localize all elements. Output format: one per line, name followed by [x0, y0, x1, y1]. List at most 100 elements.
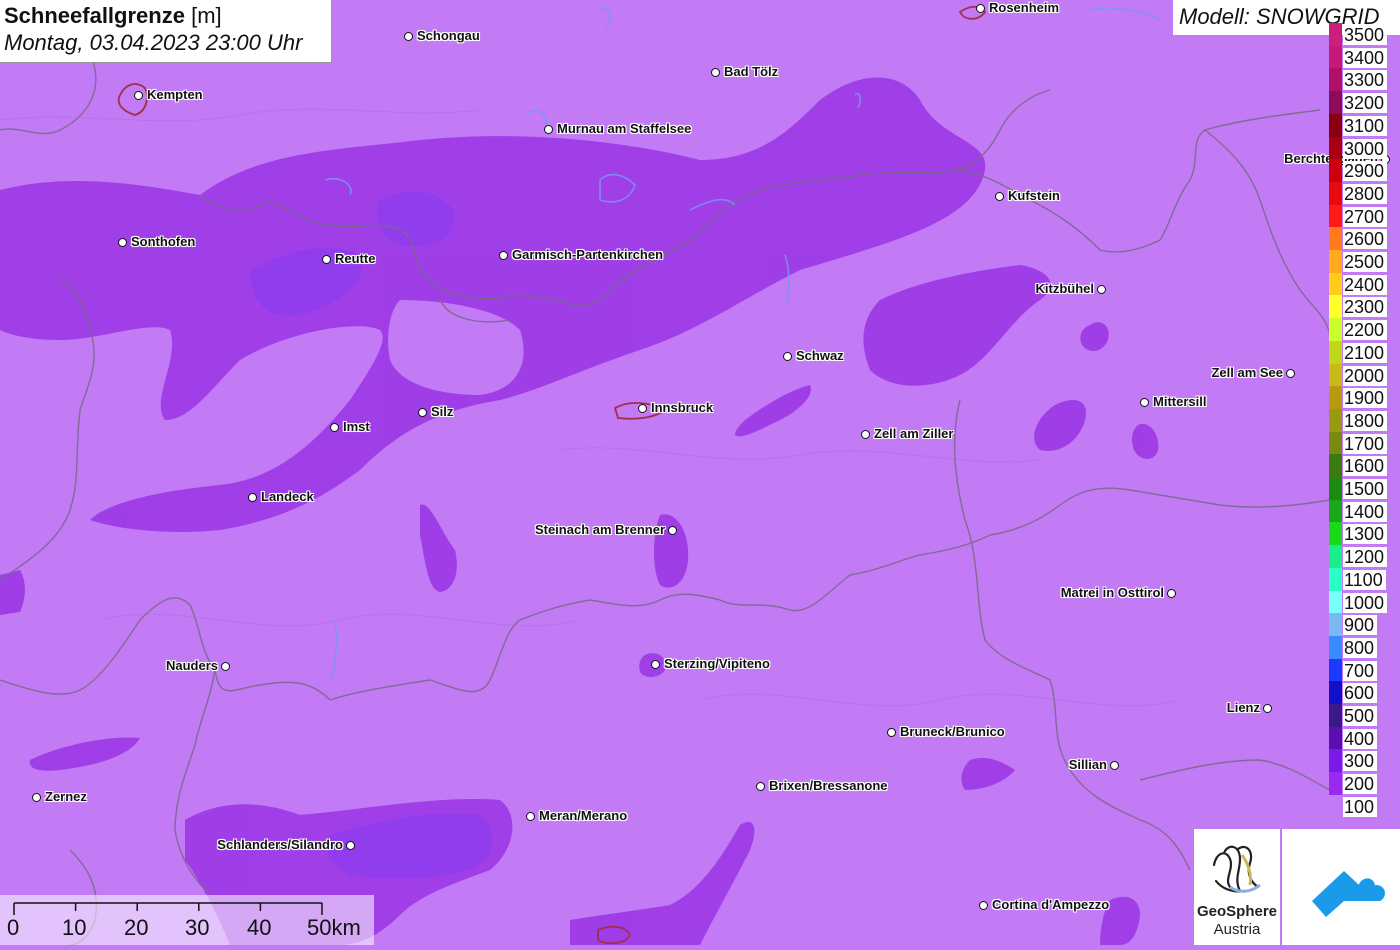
legend-swatch	[1329, 340, 1342, 364]
legend-label: 800	[1343, 637, 1378, 658]
city-label: Innsbruck	[651, 400, 714, 415]
city-label: Garmisch-Partenkirchen	[512, 247, 664, 262]
city-label: Mittersill	[1153, 394, 1207, 409]
city-label: Nauders	[165, 658, 218, 673]
city-label: Schongau	[417, 28, 480, 43]
city-label: Murnau am Staffelsee	[557, 121, 692, 136]
legend-label: 3100	[1343, 115, 1388, 136]
legend-label: 2100	[1343, 342, 1388, 363]
legend-label: 2500	[1343, 252, 1388, 272]
legend-swatch	[1329, 136, 1342, 160]
legend-row: 800	[1329, 635, 1400, 659]
legend-row: 2300	[1329, 295, 1400, 319]
legend-swatch	[1329, 477, 1342, 500]
legend-label: 1000	[1343, 592, 1388, 613]
city-marker	[1286, 369, 1295, 378]
legend-row: 2700	[1329, 204, 1400, 228]
legend-label: 100	[1343, 796, 1378, 817]
legend-row: 1800	[1329, 408, 1400, 432]
city-marker	[861, 430, 870, 439]
legend-row: 3500	[1329, 23, 1400, 46]
legend-swatch	[1329, 272, 1342, 296]
legend-swatch	[1329, 159, 1342, 183]
legend-row: 1900	[1329, 386, 1400, 410]
city-label: Imst	[343, 419, 370, 434]
legend-label: 1300	[1343, 524, 1388, 545]
city-label: Landeck	[261, 489, 314, 504]
legend-label: 3300	[1343, 70, 1388, 91]
city-label: Meran/Merano	[539, 808, 628, 823]
geosphere-logo-subtext: Austria	[1213, 921, 1261, 938]
legend-swatch	[1329, 772, 1342, 796]
legend-swatch	[1329, 431, 1342, 455]
city-label: Zernez	[45, 789, 87, 804]
legend-row: 2000	[1329, 363, 1400, 387]
legend-swatch	[1329, 227, 1342, 251]
geosphere-logo[interactable]: GeoSphere Austria	[1194, 829, 1280, 945]
legend-row: 3100	[1329, 113, 1400, 137]
city-marker	[1140, 398, 1149, 407]
legend-row: 2400	[1329, 272, 1400, 296]
map-canvas[interactable]	[0, 0, 1400, 945]
legend-swatch	[1329, 590, 1342, 614]
legend-label: 1800	[1343, 410, 1388, 431]
city-label: Sonthofen	[131, 234, 196, 249]
city-marker	[221, 662, 230, 671]
scale-bar: 0 10 20 30 40 50km	[0, 895, 374, 945]
legend-swatch	[1329, 635, 1342, 659]
legend-label: 400	[1343, 728, 1378, 749]
legend-row: 2800	[1329, 181, 1400, 205]
legend-swatch	[1329, 522, 1342, 546]
legend-label: 1400	[1343, 501, 1388, 522]
city-label: Lienz	[1226, 700, 1260, 715]
city-label: Kitzbühel	[1035, 281, 1095, 296]
cloud-arrow-icon	[1312, 871, 1385, 917]
city-marker	[783, 352, 792, 361]
scale-label-30: 30	[185, 915, 210, 940]
scale-label-40: 40	[247, 915, 272, 940]
city-label: Steinach am Brenner	[534, 522, 665, 537]
city-label: Kufstein	[1008, 188, 1060, 203]
city-label: Matrei in Osttirol	[1060, 585, 1164, 600]
legend-row: 1000	[1329, 590, 1400, 614]
city-marker	[346, 841, 355, 850]
city-marker	[118, 238, 127, 247]
legend-row: 1400	[1329, 499, 1400, 523]
legend-swatch	[1329, 408, 1342, 432]
city-label: Kempten	[147, 87, 203, 102]
geosphere-emblem-icon	[1212, 845, 1261, 893]
scale-label-0: 0	[7, 915, 20, 940]
snowgrid-logo[interactable]	[1282, 829, 1400, 945]
legend-swatch	[1329, 181, 1342, 205]
legend-label: 500	[1343, 706, 1378, 726]
city-marker	[418, 408, 427, 417]
legend-label: 1900	[1343, 388, 1388, 409]
city-label: Sterzing/Vipiteno	[664, 656, 770, 671]
legend-swatch	[1329, 295, 1342, 319]
geosphere-logo-text: GeoSphere	[1196, 903, 1278, 920]
city-label: Schwaz	[796, 348, 844, 363]
legend-label: 2300	[1343, 297, 1388, 318]
legend-row: 700	[1329, 658, 1400, 682]
legend-row: 400	[1329, 726, 1400, 750]
city-label: Schlanders/Silandro	[217, 837, 343, 852]
legend-label: 1500	[1343, 479, 1388, 499]
legend-swatch	[1329, 250, 1342, 273]
legend-row: 1700	[1329, 431, 1400, 455]
city-label: Rosenheim	[989, 0, 1060, 15]
legend-label: 3200	[1343, 93, 1388, 114]
city-marker	[756, 782, 765, 791]
city-marker	[1097, 285, 1106, 294]
color-legend: 3500 3400 3300 3200 3100 3000 2900 2800 2700 2600…	[1329, 23, 1400, 830]
legend-row: 500	[1329, 704, 1400, 727]
legend-row: 3300	[1329, 68, 1400, 92]
legend-swatch	[1329, 204, 1342, 228]
legend-swatch	[1329, 363, 1342, 387]
legend-swatch	[1329, 499, 1342, 523]
city-marker	[638, 404, 647, 413]
legend-row: 1200	[1329, 545, 1400, 569]
city-marker	[526, 812, 535, 821]
city-marker	[1110, 761, 1119, 770]
legend-label: 3400	[1343, 47, 1388, 68]
title-panel: Schneefallgrenze [m] Montag, 03.04.2023 …	[0, 0, 332, 63]
